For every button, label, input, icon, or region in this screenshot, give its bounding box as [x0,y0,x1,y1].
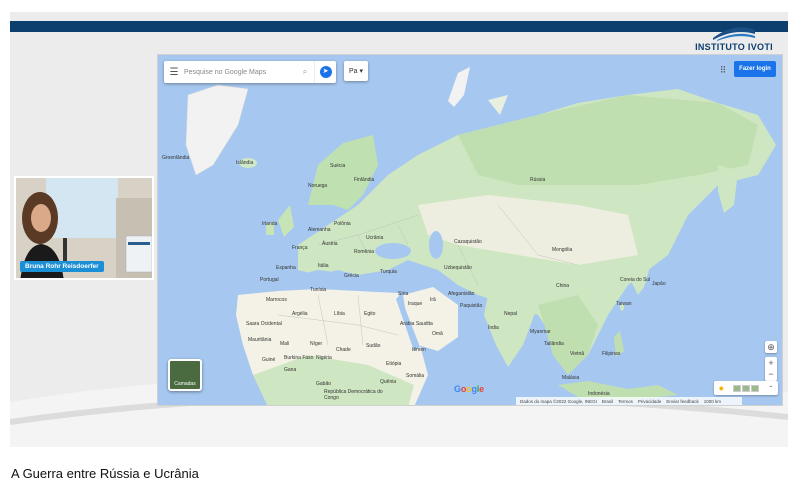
pegman-icon[interactable]: ● [719,383,724,393]
label-mongolia: Mongólia [552,247,573,253]
top-banner [10,21,788,32]
label-noruega: Noruega [308,183,328,189]
directions-icon: ➤ [319,66,332,78]
label-tailandia: Tailândia [544,341,564,347]
label-islandia: Islândia [236,160,254,166]
imagery-thumbnails[interactable] [733,384,760,392]
label-burkina: Burkina Faso [284,355,314,361]
label-taiwan: Taiwan [616,301,632,307]
map-search-box[interactable]: ☰ Pesquise no Google Maps ⌕ ➤ [164,61,336,83]
label-marrocos: Marrocos [266,297,287,303]
label-argelia: Argélia [292,311,308,317]
label-espanha: Espanha [276,265,296,271]
footer-country[interactable]: Brasil [602,399,613,404]
label-russia: Rússia [530,177,546,183]
label-chade: Chade [336,347,351,353]
label-mali: Mali [280,341,290,347]
map-tiles[interactable] [158,55,783,406]
label-polonia: Polônia [334,221,351,227]
presenter-name-badge: Bruna Rohr Reisdoerfer [20,261,104,272]
label-nepal: Nepal [504,311,518,317]
footer-privacy[interactable]: Privacidade [638,399,662,404]
google-logo: Google [454,384,484,394]
scale-label[interactable]: 1000 km [704,399,721,404]
login-button[interactable]: Fazer login [734,61,776,77]
my-location-button[interactable]: ⊕ [765,341,777,353]
label-afeganistao: Afeganistão [448,291,475,297]
hamburger-menu-icon[interactable]: ☰ [164,67,184,78]
layers-button[interactable]: Camadas [168,359,202,391]
label-gabao: Gabão [316,381,332,387]
layers-label: Camadas [174,381,196,387]
video-title: A Guerra entre Rússia e Ucrânia [11,466,199,481]
label-romenia: Romênia [354,249,375,255]
language-label: Pa [348,67,358,75]
label-tunisia: Tunísia [310,287,327,293]
label-iemen: Iêmen [412,347,426,353]
map-footer: Dados do mapa ©2022 Google, INEGI Brasil… [516,397,742,405]
label-filipinas: Filipinas [602,351,621,357]
label-paquistao: Paquistão [460,303,483,309]
label-china: China [556,283,570,289]
search-icon[interactable]: ⌕ [296,67,314,77]
label-turquia: Turquia [380,269,397,275]
label-mauritania: Mauritânia [248,337,272,343]
street-view-bar: ● ⌃ [714,381,778,395]
label-finlandia: Finlândia [354,177,375,183]
search-input[interactable]: Pesquise no Google Maps [184,69,296,76]
label-irlanda: Irlanda [262,221,278,227]
label-mianmar: Myanmar [530,329,551,335]
label-niger: Níger [310,341,323,347]
label-alemanha: Alemanha [308,227,331,233]
language-selector[interactable]: Pa ▾ [344,61,368,81]
label-franca: França [292,245,308,251]
label-quenia: Quênia [380,379,397,385]
zoom-in-button[interactable]: + [765,357,777,369]
directions-button[interactable]: ➤ [314,61,336,83]
crosshair-icon: ⊕ [767,342,775,352]
label-austria: Áustria [322,241,338,247]
label-libia: Líbia [334,311,345,317]
label-oma: Omã [432,331,443,337]
label-grecia: Grécia [344,273,359,279]
label-india: Índia [488,325,499,331]
label-guine: Guiné [262,357,276,363]
label-somalia: Somália [406,373,425,379]
label-ira: Irã [430,297,436,303]
label-japao: Japão [652,281,666,287]
label-usbequistao: Uzbequistão [444,265,472,271]
map-attribution: Dados do mapa ©2022 Google, INEGI [520,398,597,404]
label-saara: Saara Ocidental [246,321,282,327]
zoom-controls: + − [765,357,777,381]
label-arabia: Arábia Saudita [400,321,433,327]
label-coreia: Coreia do Sul [620,277,651,283]
label-rdc: República Democrática do Congo [324,389,383,401]
label-vietna: Vietnã [570,351,585,357]
label-cazaquistao: Cazaquistão [454,239,482,245]
ship-sail-icon [713,27,755,41]
zoom-out-button[interactable]: − [765,369,777,381]
label-ucrania: Ucrânia [366,235,384,241]
label-iraque: Iraque [408,301,423,307]
label-portugal: Portugal [260,277,279,283]
label-sudao: Sudão [366,343,381,349]
label-egito: Egito [364,311,376,317]
logo-text: INSTITUTO IVOTI [695,42,773,52]
label-etiopia: Etiópia [386,361,402,367]
google-map[interactable]: Groenlândia Islândia Suécia Noruega Finl… [157,54,783,406]
footer-feedback[interactable]: Enviar feedback [666,399,698,404]
label-nigeria: Nigéria [316,355,332,361]
presenter-webcam: Bruna Rohr Reisdoerfer [14,176,154,280]
label-italia: Itália [318,263,329,269]
label-gana: Gana [284,367,297,373]
label-siria: Síria [398,291,409,297]
label-suecia: Suécia [330,163,346,169]
footer-terms[interactable]: Termos [618,399,633,404]
apps-grid-icon[interactable]: ⠿ [716,63,730,77]
label-groenlandia: Groenlândia [162,155,190,161]
video-frame: INSTITUTO IVOTI Bruna Rohr Reisdoerfer G… [10,12,788,447]
label-malasia: Malásia [562,375,580,381]
chevron-up-icon[interactable]: ⌃ [768,385,773,392]
